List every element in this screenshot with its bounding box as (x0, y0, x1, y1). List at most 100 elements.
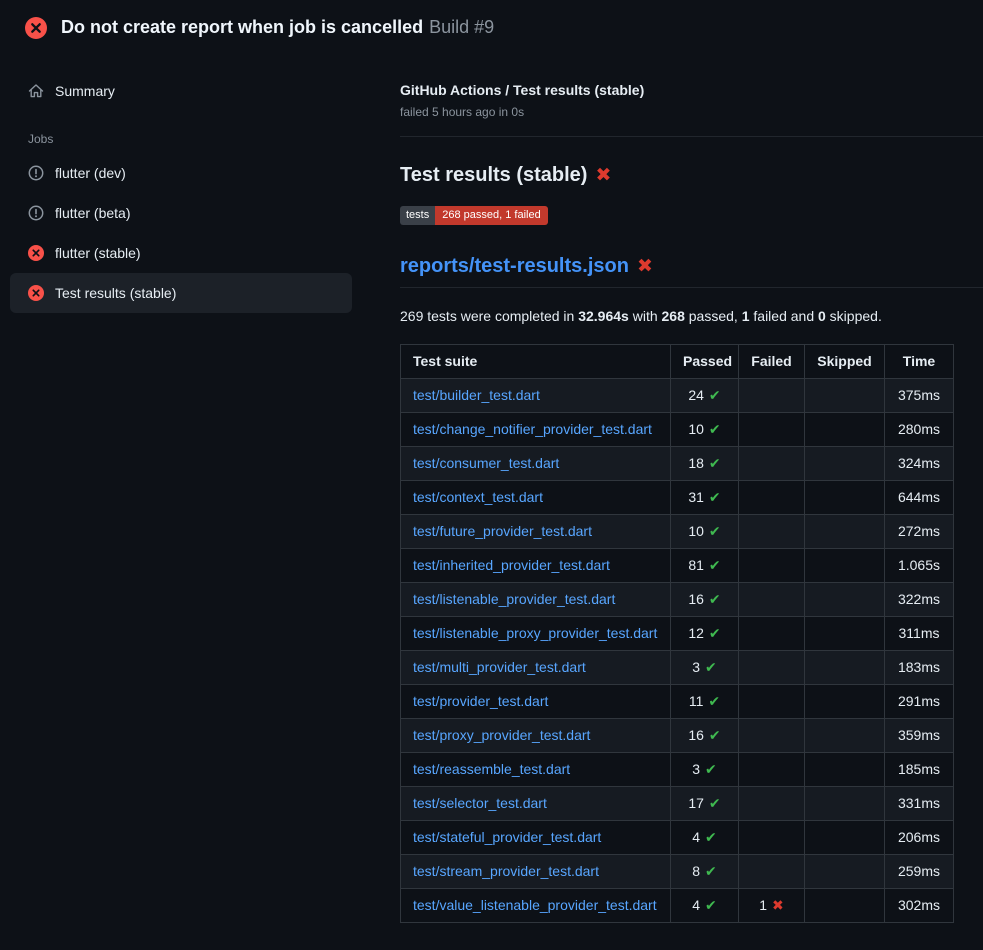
jobs-heading: Jobs (28, 132, 400, 146)
passed-cell: 17✔ (671, 787, 739, 821)
skipped-cell (805, 549, 885, 583)
table-row: test/consumer_test.dart 18✔ 324ms (401, 447, 954, 481)
column-header-test-suite: Test suite (401, 345, 671, 379)
failed-cell: 1✖ (739, 889, 805, 923)
cross-mark-icon: ✖ (637, 256, 653, 277)
tests-badge: tests 268 passed, 1 failed (400, 206, 548, 225)
failed-cell (739, 855, 805, 889)
table-row: test/proxy_provider_test.dart 16✔ 359ms (401, 719, 954, 753)
test-suite-cell: test/stream_provider_test.dart (401, 855, 671, 889)
test-suite-link[interactable]: test/listenable_proxy_provider_test.dart (413, 625, 657, 641)
failed-cell (739, 787, 805, 821)
test-suite-cell: test/context_test.dart (401, 481, 671, 515)
run-status-line: failed 5 hours ago in 0s (400, 105, 952, 119)
check-icon: ✔ (709, 625, 721, 641)
test-suite-link[interactable]: test/proxy_provider_test.dart (413, 727, 590, 743)
skipped-cell (805, 855, 885, 889)
test-suite-link[interactable]: test/consumer_test.dart (413, 455, 559, 471)
check-icon: ✔ (709, 523, 721, 539)
table-row: test/change_notifier_provider_test.dart … (401, 413, 954, 447)
summary-passed-count: 268 (662, 308, 685, 324)
passed-cell: 16✔ (671, 583, 739, 617)
table-row: test/selector_test.dart 17✔ 331ms (401, 787, 954, 821)
time-cell: 644ms (885, 481, 954, 515)
test-suite-link[interactable]: test/future_provider_test.dart (413, 523, 592, 539)
sidebar-item-test-results-stable[interactable]: Test results (stable) (10, 273, 352, 313)
skipped-cell (805, 719, 885, 753)
passed-cell: 11✔ (671, 685, 739, 719)
sidebar-item-label: flutter (stable) (55, 245, 141, 261)
results-section-title-text: Test results (stable) (400, 164, 587, 186)
test-suite-cell: test/selector_test.dart (401, 787, 671, 821)
table-row: test/future_provider_test.dart 10✔ 272ms (401, 515, 954, 549)
sidebar-item-flutter-stable[interactable]: flutter (stable) (10, 233, 352, 273)
failed-cell (739, 651, 805, 685)
test-suite-link[interactable]: test/reassemble_test.dart (413, 761, 570, 777)
test-suite-cell: test/inherited_provider_test.dart (401, 549, 671, 583)
failed-status-icon (28, 245, 44, 261)
test-suite-link[interactable]: test/selector_test.dart (413, 795, 547, 811)
test-suite-link[interactable]: test/provider_test.dart (413, 693, 548, 709)
tests-badge-label: tests (400, 206, 435, 225)
sidebar-item-flutter-beta[interactable]: flutter (beta) (10, 193, 352, 233)
divider (400, 136, 983, 137)
results-section-title: Test results (stable)✖ (400, 164, 952, 187)
passed-cell: 4✔ (671, 889, 739, 923)
failed-cell (739, 719, 805, 753)
column-header-time: Time (885, 345, 954, 379)
test-suite-cell: test/stateful_provider_test.dart (401, 821, 671, 855)
test-suite-cell: test/value_listenable_provider_test.dart (401, 889, 671, 923)
table-row: test/builder_test.dart 24✔ 375ms (401, 379, 954, 413)
passed-cell: 12✔ (671, 617, 739, 651)
check-icon: ✔ (709, 557, 721, 573)
table-row: test/inherited_provider_test.dart 81✔ 1.… (401, 549, 954, 583)
report-file-link[interactable]: reports/test-results.json (400, 255, 629, 277)
test-suite-cell: test/reassemble_test.dart (401, 753, 671, 787)
sidebar-item-label: Test results (stable) (55, 285, 176, 301)
time-cell: 183ms (885, 651, 954, 685)
table-row: test/context_test.dart 31✔ 644ms (401, 481, 954, 515)
check-icon: ✔ (709, 387, 721, 403)
test-suite-link[interactable]: test/multi_provider_test.dart (413, 659, 586, 675)
check-icon: ✔ (705, 761, 717, 777)
failed-cell (739, 379, 805, 413)
test-suite-link[interactable]: test/stream_provider_test.dart (413, 863, 599, 879)
test-suite-link[interactable]: test/change_notifier_provider_test.dart (413, 421, 652, 437)
sidebar-item-summary[interactable]: Summary (10, 71, 352, 111)
failed-cell (739, 821, 805, 855)
time-cell: 359ms (885, 719, 954, 753)
time-cell: 291ms (885, 685, 954, 719)
sidebar-item-flutter-dev[interactable]: flutter (dev) (10, 153, 352, 193)
test-suite-link[interactable]: test/value_listenable_provider_test.dart (413, 897, 657, 913)
test-suite-cell: test/proxy_provider_test.dart (401, 719, 671, 753)
failed-cell (739, 515, 805, 549)
breadcrumb: GitHub Actions / Test results (stable) (400, 82, 952, 98)
summary-skipped-count: 0 (818, 308, 826, 324)
neutral-status-icon (28, 205, 44, 221)
time-cell: 311ms (885, 617, 954, 651)
skipped-cell (805, 413, 885, 447)
passed-cell: 81✔ (671, 549, 739, 583)
failed-cell (739, 549, 805, 583)
run-title: Do not create report when job is cancell… (61, 17, 494, 39)
test-suite-cell: test/provider_test.dart (401, 685, 671, 719)
passed-cell: 16✔ (671, 719, 739, 753)
test-suite-cell: test/change_notifier_provider_test.dart (401, 413, 671, 447)
failed-status-icon (28, 285, 44, 301)
test-results-table: Test suite Passed Failed Skipped Time te… (400, 344, 954, 923)
check-icon: ✔ (709, 591, 721, 607)
test-suite-link[interactable]: test/inherited_provider_test.dart (413, 557, 610, 573)
passed-cell: 31✔ (671, 481, 739, 515)
neutral-status-icon (28, 165, 44, 181)
column-header-passed: Passed (671, 345, 739, 379)
skipped-cell (805, 787, 885, 821)
test-suite-link[interactable]: test/builder_test.dart (413, 387, 540, 403)
failed-cell (739, 617, 805, 651)
test-suite-cell: test/listenable_provider_test.dart (401, 583, 671, 617)
passed-cell: 3✔ (671, 651, 739, 685)
test-suite-link[interactable]: test/stateful_provider_test.dart (413, 829, 601, 845)
test-suite-cell: test/multi_provider_test.dart (401, 651, 671, 685)
test-suite-link[interactable]: test/listenable_provider_test.dart (413, 591, 615, 607)
table-header-row: Test suite Passed Failed Skipped Time (401, 345, 954, 379)
test-suite-link[interactable]: test/context_test.dart (413, 489, 543, 505)
